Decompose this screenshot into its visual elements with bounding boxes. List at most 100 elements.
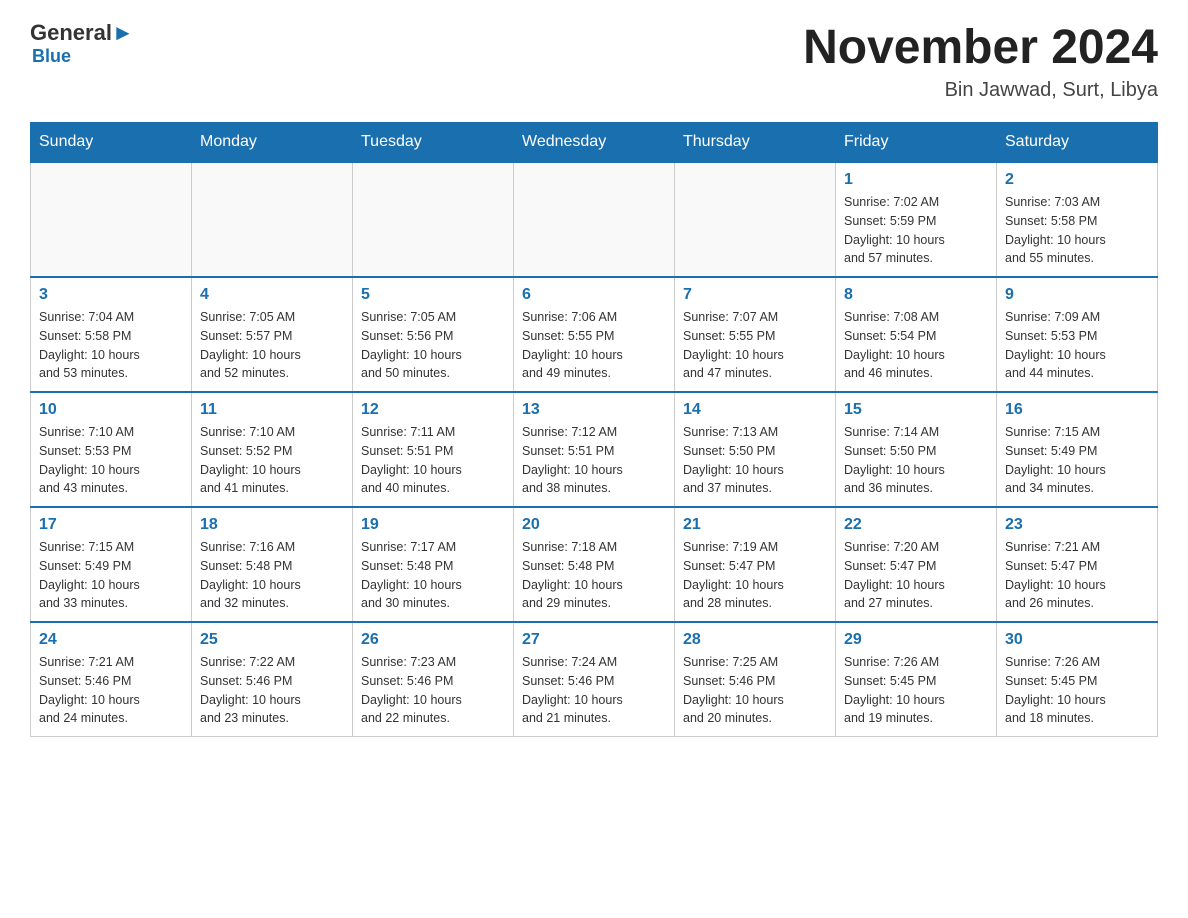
day-info: Sunrise: 7:10 AMSunset: 5:53 PMDaylight:… — [39, 423, 183, 498]
day-info: Sunrise: 7:04 AMSunset: 5:58 PMDaylight:… — [39, 308, 183, 383]
day-number: 18 — [200, 516, 344, 534]
calendar-cell: 8 Sunrise: 7:08 AMSunset: 5:54 PMDaylight… — [836, 277, 997, 392]
calendar-cell: 10 Sunrise: 7:10 AMSunset: 5:53 PMDayligh… — [31, 392, 192, 507]
day-number: 8 — [844, 286, 988, 304]
day-info: Sunrise: 7:06 AMSunset: 5:55 PMDaylight:… — [522, 308, 666, 383]
day-number: 22 — [844, 516, 988, 534]
calendar-cell: 7Sunrise: 7:07 AMSunset: 5:55 PMDaylight… — [675, 277, 836, 392]
calendar-week-row: 3 Sunrise: 7:04 AMSunset: 5:58 PMDaylight… — [31, 277, 1158, 392]
calendar-week-row: 10 Sunrise: 7:10 AMSunset: 5:53 PMDayligh… — [31, 392, 1158, 507]
day-info: Sunrise: 7:19 AMSunset: 5:47 PMDaylight:… — [683, 538, 827, 613]
day-info: Sunrise: 7:03 AMSunset: 5:58 PMDaylight:… — [1005, 193, 1149, 268]
calendar-cell: 2 Sunrise: 7:03 AMSunset: 5:58 PMDaylight… — [997, 162, 1158, 277]
calendar-week-row: 24 Sunrise: 7:21 AMSunset: 5:46 PMDayligh… — [31, 622, 1158, 737]
day-number: 2 — [1005, 171, 1149, 189]
day-number: 24 — [39, 631, 183, 649]
calendar-cell: 20 Sunrise: 7:18 AMSunset: 5:48 PMDayligh… — [514, 507, 675, 622]
day-number: 13 — [522, 401, 666, 419]
calendar-cell — [192, 162, 353, 277]
day-number: 15 — [844, 401, 988, 419]
logo-blue-text: ► — [112, 20, 134, 46]
calendar-cell: 17Sunrise: 7:15 AMSunset: 5:49 PMDayligh… — [31, 507, 192, 622]
day-number: 3 — [39, 286, 183, 304]
logo: General ► Blue — [30, 20, 134, 67]
day-number: 11 — [200, 401, 344, 419]
day-info: Sunrise: 7:25 AMSunset: 5:46 PMDaylight:… — [683, 653, 827, 728]
day-number: 21 — [683, 516, 827, 534]
calendar-cell: 28 Sunrise: 7:25 AMSunset: 5:46 PMDayligh… — [675, 622, 836, 737]
day-number: 23 — [1005, 516, 1149, 534]
day-info: Sunrise: 7:05 AMSunset: 5:56 PMDaylight:… — [361, 308, 505, 383]
calendar-header-row: SundayMondayTuesdayWednesdayThursdayFrid… — [31, 123, 1158, 163]
calendar-cell: 22Sunrise: 7:20 AMSunset: 5:47 PMDayligh… — [836, 507, 997, 622]
logo-text: General ► — [30, 20, 134, 46]
calendar-week-row: 17Sunrise: 7:15 AMSunset: 5:49 PMDayligh… — [31, 507, 1158, 622]
day-info: Sunrise: 7:15 AMSunset: 5:49 PMDaylight:… — [39, 538, 183, 613]
calendar-cell: 19 Sunrise: 7:17 AMSunset: 5:48 PMDayligh… — [353, 507, 514, 622]
calendar-cell: 11 Sunrise: 7:10 AMSunset: 5:52 PMDayligh… — [192, 392, 353, 507]
day-number: 28 — [683, 631, 827, 649]
day-info: Sunrise: 7:14 AMSunset: 5:50 PMDaylight:… — [844, 423, 988, 498]
calendar-cell: 3 Sunrise: 7:04 AMSunset: 5:58 PMDaylight… — [31, 277, 192, 392]
calendar-cell — [514, 162, 675, 277]
day-number: 12 — [361, 401, 505, 419]
calendar-cell — [353, 162, 514, 277]
page-header: General ► Blue November 2024 Bin Jawwad,… — [30, 20, 1158, 102]
calendar-cell: 26 Sunrise: 7:23 AMSunset: 5:46 PMDayligh… — [353, 622, 514, 737]
day-info: Sunrise: 7:16 AMSunset: 5:48 PMDaylight:… — [200, 538, 344, 613]
calendar-cell: 15 Sunrise: 7:14 AMSunset: 5:50 PMDayligh… — [836, 392, 997, 507]
calendar-week-row: 1 Sunrise: 7:02 AMSunset: 5:59 PMDaylight… — [31, 162, 1158, 277]
day-number: 1 — [844, 171, 988, 189]
calendar-cell: 6 Sunrise: 7:06 AMSunset: 5:55 PMDaylight… — [514, 277, 675, 392]
calendar-cell: 13Sunrise: 7:12 AMSunset: 5:51 PMDayligh… — [514, 392, 675, 507]
calendar-day-header: Sunday — [31, 123, 192, 163]
day-number: 19 — [361, 516, 505, 534]
day-number: 26 — [361, 631, 505, 649]
day-number: 14 — [683, 401, 827, 419]
day-info: Sunrise: 7:13 AMSunset: 5:50 PMDaylight:… — [683, 423, 827, 498]
title-section: November 2024 Bin Jawwad, Surt, Libya — [803, 20, 1158, 102]
calendar-cell: 9Sunrise: 7:09 AMSunset: 5:53 PMDaylight… — [997, 277, 1158, 392]
month-title: November 2024 — [803, 20, 1158, 75]
calendar-day-header: Friday — [836, 123, 997, 163]
day-info: Sunrise: 7:24 AMSunset: 5:46 PMDaylight:… — [522, 653, 666, 728]
day-info: Sunrise: 7:26 AMSunset: 5:45 PMDaylight:… — [1005, 653, 1149, 728]
day-number: 7 — [683, 286, 827, 304]
day-number: 25 — [200, 631, 344, 649]
day-info: Sunrise: 7:22 AMSunset: 5:46 PMDaylight:… — [200, 653, 344, 728]
day-info: Sunrise: 7:17 AMSunset: 5:48 PMDaylight:… — [361, 538, 505, 613]
day-info: Sunrise: 7:11 AMSunset: 5:51 PMDaylight:… — [361, 423, 505, 498]
day-number: 4 — [200, 286, 344, 304]
day-info: Sunrise: 7:08 AMSunset: 5:54 PMDaylight:… — [844, 308, 988, 383]
calendar-cell: 27Sunrise: 7:24 AMSunset: 5:46 PMDayligh… — [514, 622, 675, 737]
day-info: Sunrise: 7:02 AMSunset: 5:59 PMDaylight:… — [844, 193, 988, 268]
day-number: 6 — [522, 286, 666, 304]
day-info: Sunrise: 7:05 AMSunset: 5:57 PMDaylight:… — [200, 308, 344, 383]
day-info: Sunrise: 7:21 AMSunset: 5:47 PMDaylight:… — [1005, 538, 1149, 613]
calendar-cell: 4 Sunrise: 7:05 AMSunset: 5:57 PMDaylight… — [192, 277, 353, 392]
day-number: 16 — [1005, 401, 1149, 419]
day-info: Sunrise: 7:21 AMSunset: 5:46 PMDaylight:… — [39, 653, 183, 728]
day-number: 29 — [844, 631, 988, 649]
calendar-day-header: Thursday — [675, 123, 836, 163]
calendar-cell: 1 Sunrise: 7:02 AMSunset: 5:59 PMDaylight… — [836, 162, 997, 277]
day-number: 30 — [1005, 631, 1149, 649]
logo-blue-word: Blue — [32, 46, 71, 67]
day-info: Sunrise: 7:23 AMSunset: 5:46 PMDaylight:… — [361, 653, 505, 728]
calendar-cell: 24 Sunrise: 7:21 AMSunset: 5:46 PMDayligh… — [31, 622, 192, 737]
day-info: Sunrise: 7:10 AMSunset: 5:52 PMDaylight:… — [200, 423, 344, 498]
day-info: Sunrise: 7:18 AMSunset: 5:48 PMDaylight:… — [522, 538, 666, 613]
calendar-cell: 14 Sunrise: 7:13 AMSunset: 5:50 PMDayligh… — [675, 392, 836, 507]
calendar-cell: 30 Sunrise: 7:26 AMSunset: 5:45 PMDayligh… — [997, 622, 1158, 737]
day-info: Sunrise: 7:09 AMSunset: 5:53 PMDaylight:… — [1005, 308, 1149, 383]
logo-general: General — [30, 20, 112, 46]
day-number: 10 — [39, 401, 183, 419]
calendar-day-header: Wednesday — [514, 123, 675, 163]
calendar-cell: 21 Sunrise: 7:19 AMSunset: 5:47 PMDayligh… — [675, 507, 836, 622]
calendar-day-header: Saturday — [997, 123, 1158, 163]
day-number: 20 — [522, 516, 666, 534]
day-number: 5 — [361, 286, 505, 304]
calendar-cell: 23 Sunrise: 7:21 AMSunset: 5:47 PMDayligh… — [997, 507, 1158, 622]
calendar-day-header: Monday — [192, 123, 353, 163]
calendar-cell: 29Sunrise: 7:26 AMSunset: 5:45 PMDayligh… — [836, 622, 997, 737]
